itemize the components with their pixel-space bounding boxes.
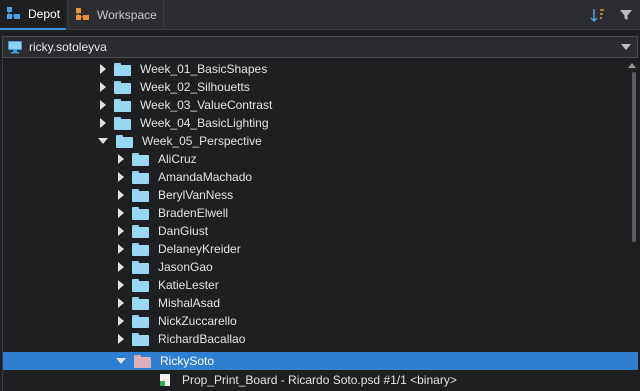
folder-label: AliCruz [158, 152, 197, 166]
folder-icon [132, 242, 149, 256]
file-label: Prop_Print_Board - Ricardo Soto.psd #1/1… [182, 373, 457, 387]
tree-folder-row[interactable]: Week_01_BasicShapes [3, 60, 638, 78]
expand-arrow-icon[interactable] [118, 316, 124, 326]
folder-label: BradenElwell [158, 206, 229, 220]
chevron-down-icon[interactable] [621, 44, 631, 50]
folder-icon [132, 188, 149, 202]
expand-arrow-icon[interactable] [118, 208, 124, 218]
expand-arrow-icon[interactable] [118, 172, 124, 182]
tree-folder-row[interactable]: AliCruz [3, 150, 638, 168]
folder-icon [132, 296, 149, 310]
folder-label: RickySoto [160, 354, 215, 368]
folder-label: RichardBacallao [158, 332, 246, 346]
expand-arrow-icon[interactable] [100, 118, 106, 128]
tree-folder-row[interactable]: NickZuccarello [3, 312, 638, 330]
workspace-dropdown[interactable]: ricky.sotoleyva [2, 36, 638, 58]
tree-folder-row-selected[interactable]: RickySoto [3, 352, 638, 370]
workspace-name: ricky.sotoleyva [29, 40, 107, 54]
computer-icon [7, 39, 23, 55]
expand-arrow-icon[interactable] [100, 82, 106, 92]
tree-folder-row[interactable]: MishalAsad [3, 294, 638, 312]
folder-label: KatieLester [158, 278, 219, 292]
tree-folder-row[interactable]: RichardBacallao [3, 330, 638, 348]
tree-file-row[interactable]: Prop_Print_Board - Ricardo Soto.psd #1/1… [3, 371, 638, 389]
folder-icon [114, 116, 131, 130]
folder-label: Week_03_ValueContrast [140, 98, 273, 112]
tab-depot[interactable]: Depot [0, 0, 66, 30]
folder-label: Week_01_BasicShapes [140, 62, 268, 76]
folder-label: DanGiust [158, 224, 209, 238]
expand-arrow-icon[interactable] [118, 280, 124, 290]
tree-folder-row[interactable]: Week_02_Silhouetts [3, 78, 638, 96]
folder-label: NickZuccarello [158, 314, 237, 328]
folder-icon [132, 206, 149, 220]
folder-label: Week_04_BasicLighting [140, 116, 269, 130]
folder-icon [114, 80, 131, 94]
folder-icon [132, 314, 149, 328]
folder-label: Week_05_Perspective [142, 134, 262, 148]
sort-icon[interactable] [590, 7, 606, 23]
tree-folder-row[interactable]: Week_05_Perspective [3, 132, 638, 150]
folder-label: AmandaMachado [158, 170, 253, 184]
expand-arrow-icon[interactable] [118, 190, 124, 200]
tree-folder-row[interactable]: DelaneyKreider [3, 240, 638, 258]
expand-arrow-icon[interactable] [118, 334, 124, 344]
collapse-arrow-icon[interactable] [116, 358, 126, 364]
folder-icon [114, 98, 131, 112]
folder-icon [132, 152, 149, 166]
expand-arrow-icon[interactable] [118, 244, 124, 254]
tab-workspace-label: Workspace [97, 8, 157, 22]
folder-icon [132, 224, 149, 238]
folder-icon [132, 170, 149, 184]
workspace-bar: ricky.sotoleyva [0, 31, 640, 61]
folder-icon [116, 134, 133, 148]
expand-arrow-icon[interactable] [118, 226, 124, 236]
folder-icon [114, 62, 131, 76]
tab-workspace[interactable]: Workspace [68, 0, 164, 30]
folder-label: DelaneyKreider [158, 242, 241, 256]
folder-label: Week_02_Silhouetts [140, 80, 250, 94]
collapse-arrow-icon[interactable] [98, 138, 108, 144]
filter-icon[interactable] [618, 7, 634, 23]
tab-depot-label: Depot [28, 7, 61, 21]
folder-icon [132, 278, 149, 292]
tree-folder-row[interactable]: BradenElwell [3, 204, 638, 222]
workspace-icon [75, 7, 91, 23]
file-icon [160, 374, 170, 386]
tree-folder-row[interactable]: Week_04_BasicLighting [3, 114, 638, 132]
folder-label: MishalAsad [158, 296, 221, 310]
folder-icon [132, 332, 149, 346]
folder-label: BerylVanNess [158, 188, 234, 202]
expand-arrow-icon[interactable] [118, 298, 124, 308]
expand-arrow-icon[interactable] [100, 100, 106, 110]
tree-folder-row[interactable]: Week_03_ValueContrast [3, 96, 638, 114]
folder-icon [132, 260, 149, 274]
expand-arrow-icon[interactable] [118, 154, 124, 164]
tab-bar: Depot Workspace [0, 0, 640, 30]
tree-folder-row[interactable]: JasonGao [3, 258, 638, 276]
depot-icon [6, 6, 22, 22]
tree-folder-row[interactable]: AmandaMachado [3, 168, 638, 186]
expand-arrow-icon[interactable] [118, 262, 124, 272]
folder-label: JasonGao [158, 260, 213, 274]
expand-arrow-icon[interactable] [100, 64, 106, 74]
tree-folder-row[interactable]: BerylVanNess [3, 186, 638, 204]
tree-folder-row[interactable]: DanGiust [3, 222, 638, 240]
depot-tree: Week_01_BasicShapes Week_02_Silhouetts W… [2, 60, 638, 391]
tree-folder-row[interactable]: KatieLester [3, 276, 638, 294]
folder-icon [134, 354, 151, 368]
